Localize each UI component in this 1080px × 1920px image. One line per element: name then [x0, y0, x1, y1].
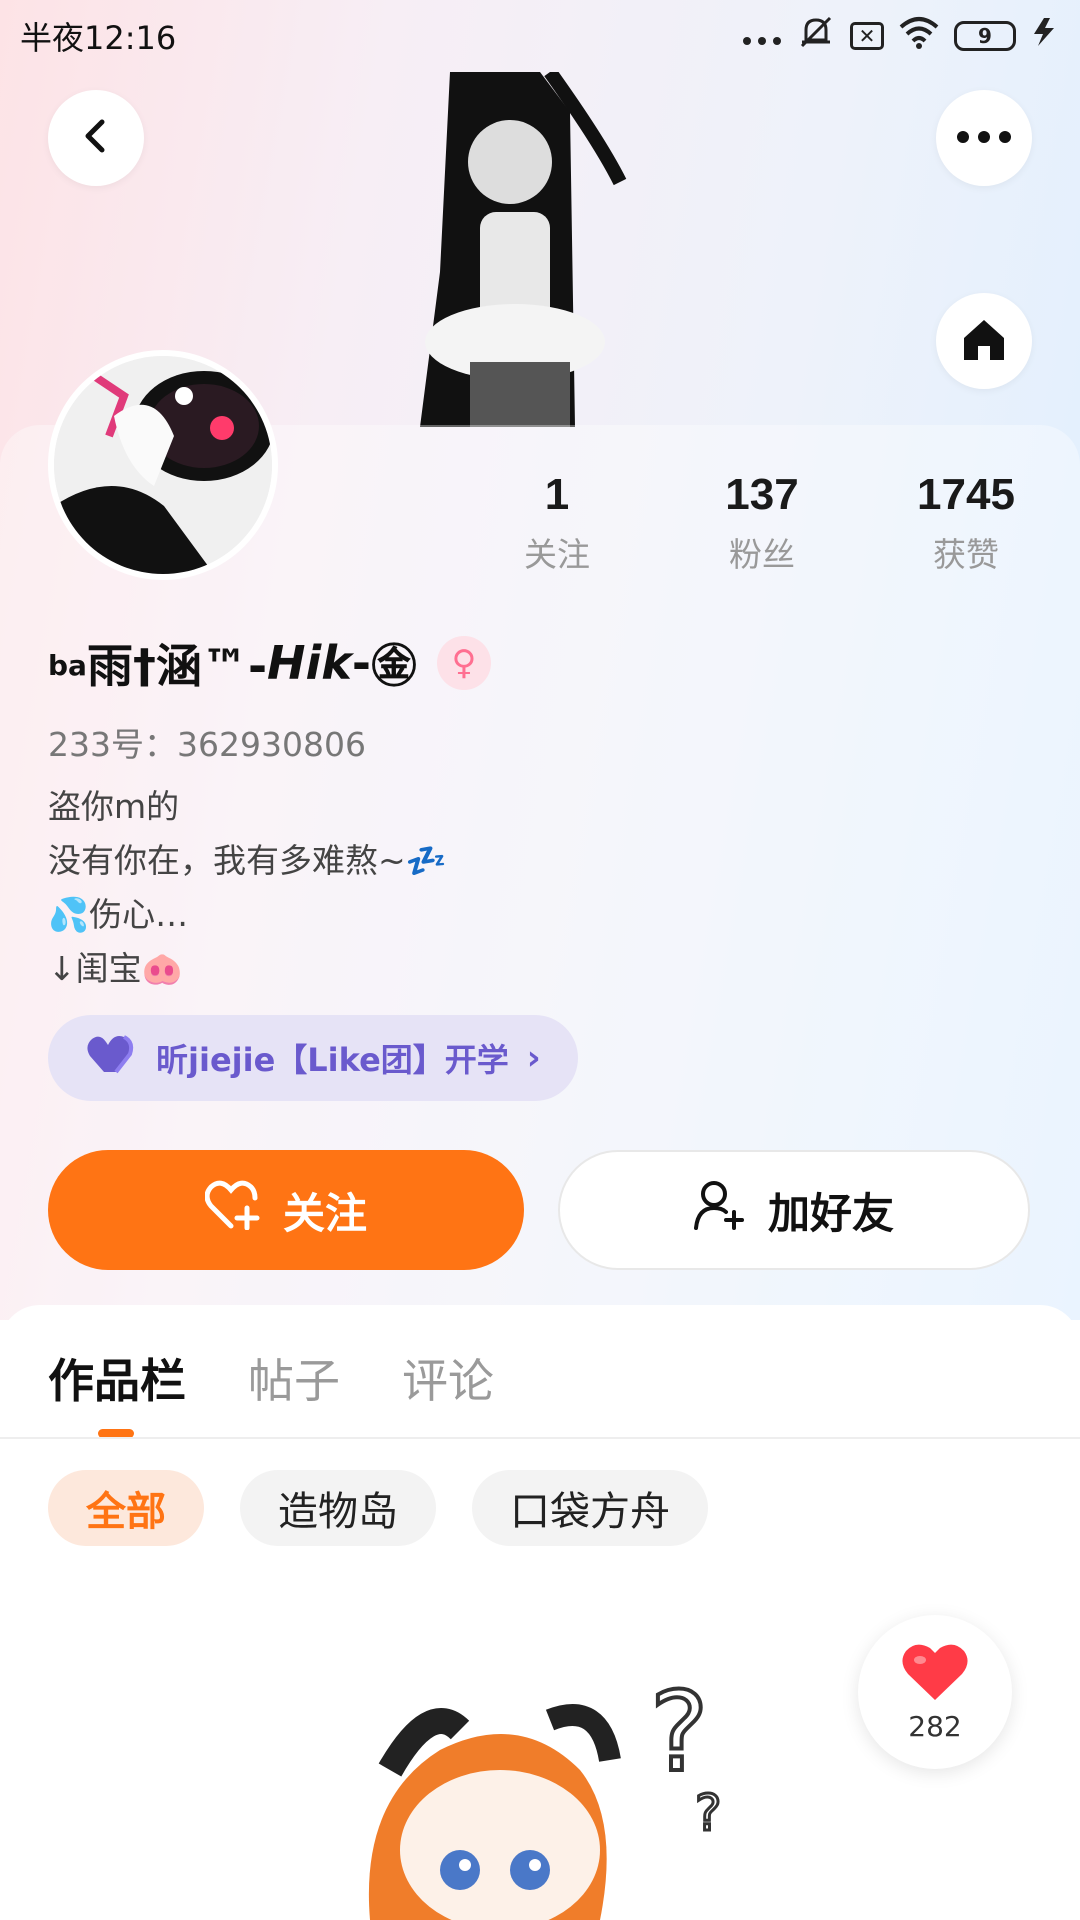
- status-time: 半夜12:16: [20, 19, 177, 57]
- add-user-icon: [693, 1180, 746, 1240]
- add-friend-button[interactable]: 加好友: [558, 1150, 1030, 1270]
- battery-icon: 9: [954, 21, 1016, 51]
- home-button[interactable]: [936, 293, 1032, 389]
- svg-text:?: ?: [650, 1668, 708, 1796]
- group-link[interactable]: 昕jiejie【Like团】开学 ›: [48, 1015, 578, 1101]
- username-badge: ㊎: [370, 639, 417, 693]
- more-icon: [956, 129, 1012, 148]
- stat-likes[interactable]: 1745 获赞: [876, 470, 1056, 576]
- dots-icon: [742, 19, 782, 54]
- filter-creation-island[interactable]: 造物岛: [240, 1470, 436, 1546]
- tab-works[interactable]: 作品栏: [48, 1345, 186, 1411]
- username: ba 雨†涵™- Hik - ㊎ ♀: [48, 630, 491, 696]
- bio-line: ↓闺宝🐽: [48, 949, 183, 988]
- heart-icon: [900, 1642, 970, 1706]
- status-bar: 半夜12:16 ✕ 9: [0, 0, 1080, 72]
- tab-posts[interactable]: 帖子: [248, 1345, 340, 1411]
- stat-label: 粉丝: [729, 535, 795, 574]
- bio-line: 没有你在，我有多难熬~💤: [48, 841, 447, 880]
- svg-text:?: ?: [695, 1784, 722, 1842]
- username-suffix: -: [351, 636, 371, 690]
- stat-label: 关注: [524, 535, 590, 574]
- follow-label: 关注: [282, 1188, 367, 1238]
- back-arrow-icon: [76, 116, 116, 160]
- follow-button[interactable]: 关注: [48, 1150, 524, 1270]
- bio: 盗你m的 没有你在，我有多难熬~💤 💦伤心… ↓闺宝🐽: [48, 780, 447, 996]
- stat-fans[interactable]: 137 粉丝: [672, 470, 852, 576]
- heart-icon: [86, 1034, 140, 1082]
- heart-plus-icon: [204, 1180, 261, 1240]
- charging-icon: [1030, 16, 1058, 56]
- empty-state-illustration: ? ?: [350, 1660, 770, 1920]
- filter-all[interactable]: 全部: [48, 1470, 204, 1546]
- wifi-icon: [898, 15, 940, 57]
- stat-following[interactable]: 1 关注: [467, 470, 647, 576]
- bio-line: 💦伤心…: [48, 895, 189, 934]
- likes-float-button[interactable]: 282: [858, 1615, 1012, 1769]
- chevron-right-icon: ›: [526, 1038, 541, 1078]
- status-icons: ✕ 9: [742, 14, 1058, 58]
- bio-line: 盗你m的: [48, 787, 180, 826]
- tab-bar: 作品栏 帖子 评论: [48, 1345, 494, 1411]
- gender-female-icon: ♀: [436, 636, 491, 690]
- mute-icon: [796, 14, 836, 58]
- x-box-icon: ✕: [850, 22, 884, 50]
- divider: [0, 1437, 1080, 1439]
- username-italic: Hik: [267, 636, 352, 690]
- filter-pocket-ark[interactable]: 口袋方舟: [472, 1470, 708, 1546]
- avatar[interactable]: [48, 350, 278, 580]
- tab-comments[interactable]: 评论: [402, 1345, 494, 1411]
- likes-count: 282: [908, 1709, 962, 1743]
- cover-image: [400, 67, 720, 427]
- more-button[interactable]: [936, 90, 1032, 186]
- user-id[interactable]: 233号：362930806: [48, 718, 366, 766]
- home-icon: [960, 316, 1008, 366]
- stat-value: 1: [544, 470, 570, 519]
- filter-chips: 全部 造物岛 口袋方舟: [48, 1470, 708, 1546]
- add-friend-label: 加好友: [767, 1188, 894, 1238]
- username-prefix: ba: [48, 648, 87, 682]
- group-label: 昕jiejie【Like团】开学: [156, 1041, 509, 1079]
- username-main: 雨†涵™-: [86, 639, 268, 693]
- stat-value: 1745: [917, 470, 1015, 519]
- back-button[interactable]: [48, 90, 144, 186]
- stat-label: 获赞: [933, 535, 999, 574]
- stat-value: 137: [725, 470, 799, 519]
